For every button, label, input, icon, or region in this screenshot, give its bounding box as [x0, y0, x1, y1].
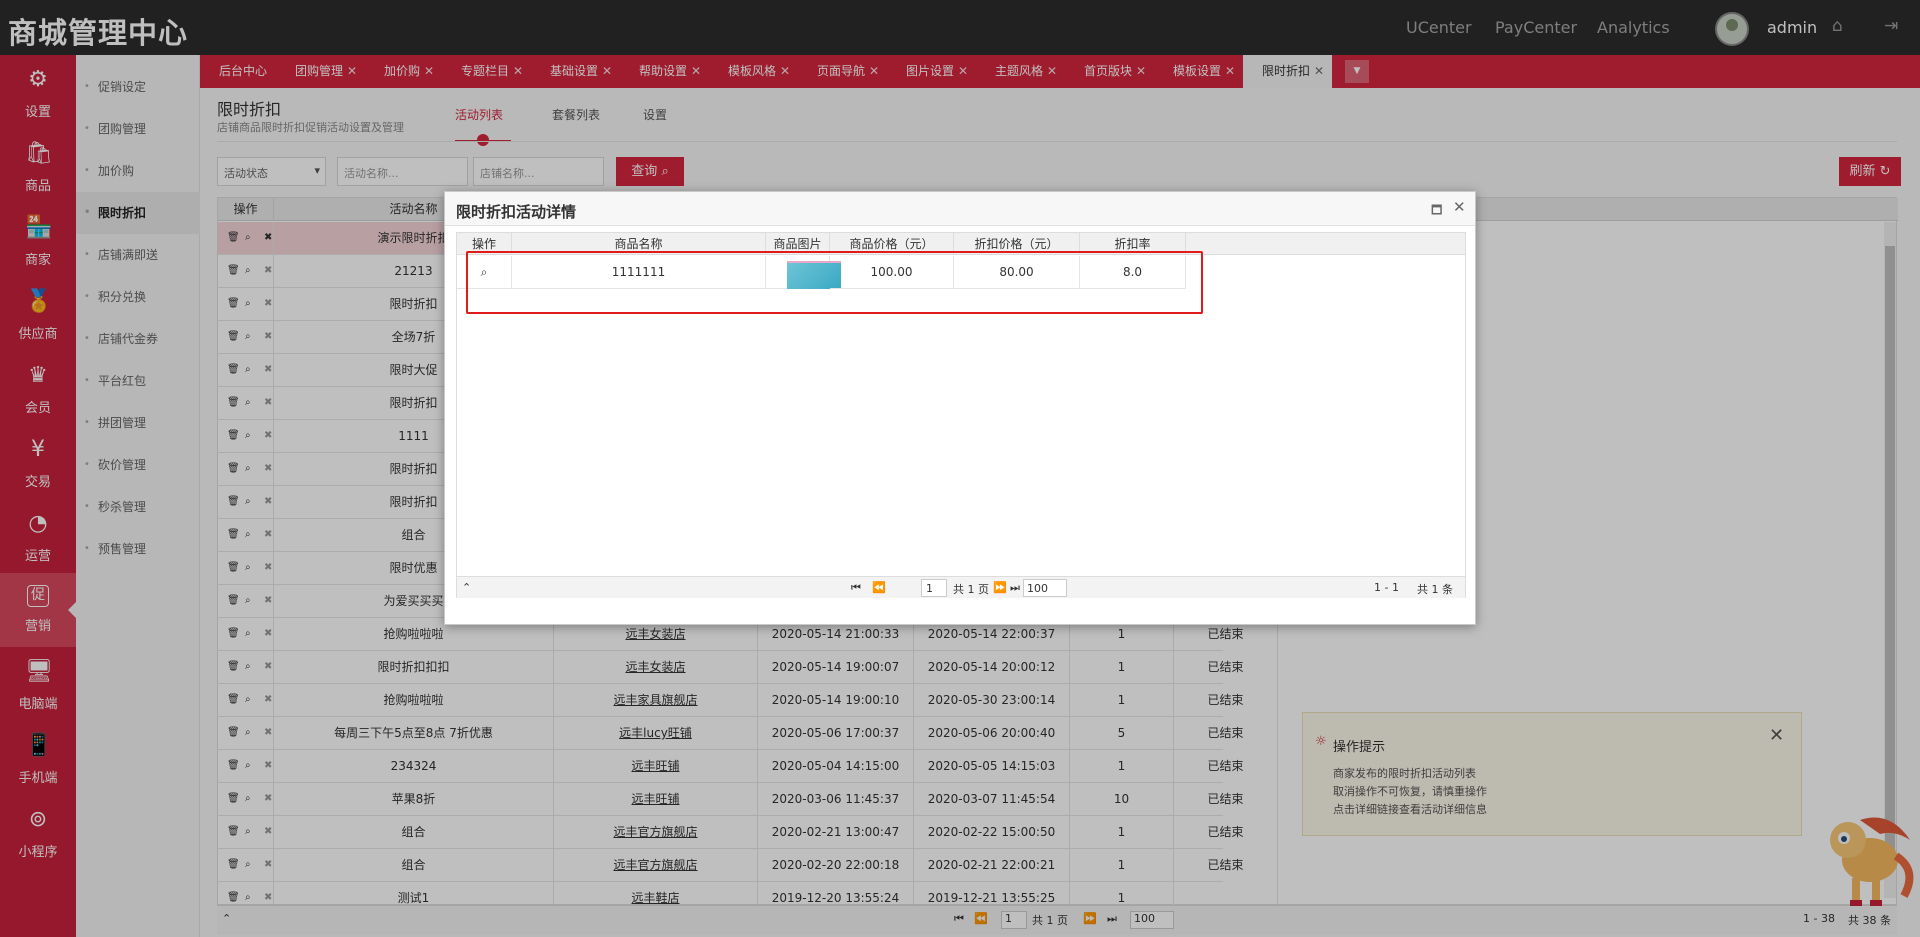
per-page-select[interactable]: 100: [1023, 579, 1067, 597]
total-pages: 共 1 页: [953, 583, 989, 596]
record-range: 1 - 1: [1374, 581, 1399, 594]
collapse-icon[interactable]: ⌃: [462, 581, 471, 594]
first-page-icon[interactable]: ⏮: [851, 581, 861, 595]
close-icon[interactable]: ✕: [1453, 198, 1466, 216]
page-input[interactable]: 1: [921, 579, 947, 597]
dialog-pager: ⌃ ⏮ ⏪ 1 共 1 页 ⏩ ⏭ 100 1 - 1 共 1 条: [457, 576, 1465, 598]
prev-page-icon[interactable]: ⏪: [872, 581, 886, 594]
dialog-header: 限时折扣活动详情 🗖 ✕: [445, 192, 1475, 226]
record-total: 共 1 条: [1417, 583, 1453, 596]
maximize-icon[interactable]: 🗖: [1431, 201, 1442, 222]
dialog-title: 限时折扣活动详情: [456, 203, 577, 221]
last-page-icon[interactable]: ⏭: [1010, 581, 1020, 595]
highlight-box: [466, 251, 1203, 314]
next-page-icon[interactable]: ⏩: [993, 581, 1007, 594]
